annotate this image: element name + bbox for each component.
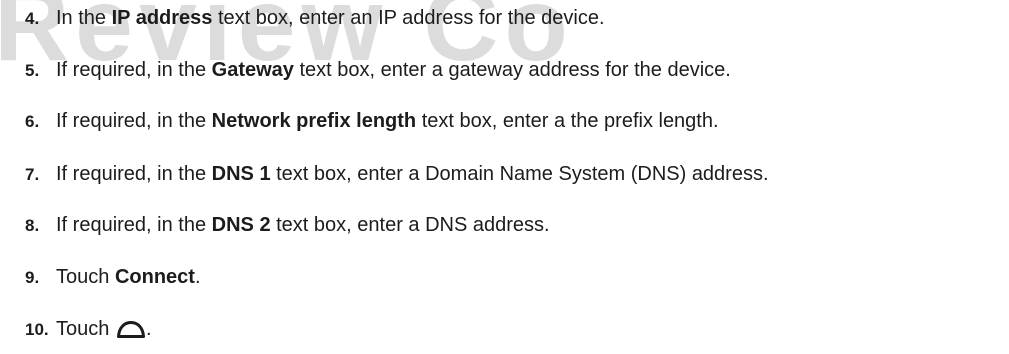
step-4: 4. In the IP address text box, enter an … [25,6,605,31]
step-text: If required, in the Network prefix lengt… [56,110,719,132]
step-text: If required, in the DNS 2 text box, ente… [56,214,550,236]
step-text: In the IP address text box, enter an IP … [56,7,605,29]
ui-term-gateway: Gateway [211,59,294,81]
step-text: If required, in the Gateway text box, en… [56,59,731,81]
step-text: If required, in the DNS 1 text box, ente… [56,163,769,185]
ui-term-ip-address: IP address [111,7,213,29]
step-6: 6. If required, in the Network prefix le… [25,109,719,134]
ui-term-dns-1: DNS 1 [211,163,271,185]
ui-term-connect: Connect [114,266,195,288]
step-text: Touch . [56,318,152,340]
step-9: 9. Touch Connect. [25,265,201,290]
step-number: 4. [25,9,40,28]
step-number: 9. [25,268,40,287]
step-5: 5. If required, in the Gateway text box,… [25,58,731,83]
step-7: 7. If required, in the DNS 1 text box, e… [25,162,769,187]
step-8: 8. If required, in the DNS 2 text box, e… [25,213,550,238]
home-icon [116,320,146,338]
step-text: Touch Connect. [56,266,201,288]
ui-term-dns-2: DNS 2 [211,214,271,236]
ui-term-network-prefix-length: Network prefix length [211,110,417,132]
step-number: 8. [25,216,40,235]
step-number: 10. [25,320,49,339]
step-10: 10. Touch . [25,317,152,342]
step-number: 6. [25,112,40,131]
step-number: 7. [25,165,40,184]
step-number: 5. [25,61,40,80]
